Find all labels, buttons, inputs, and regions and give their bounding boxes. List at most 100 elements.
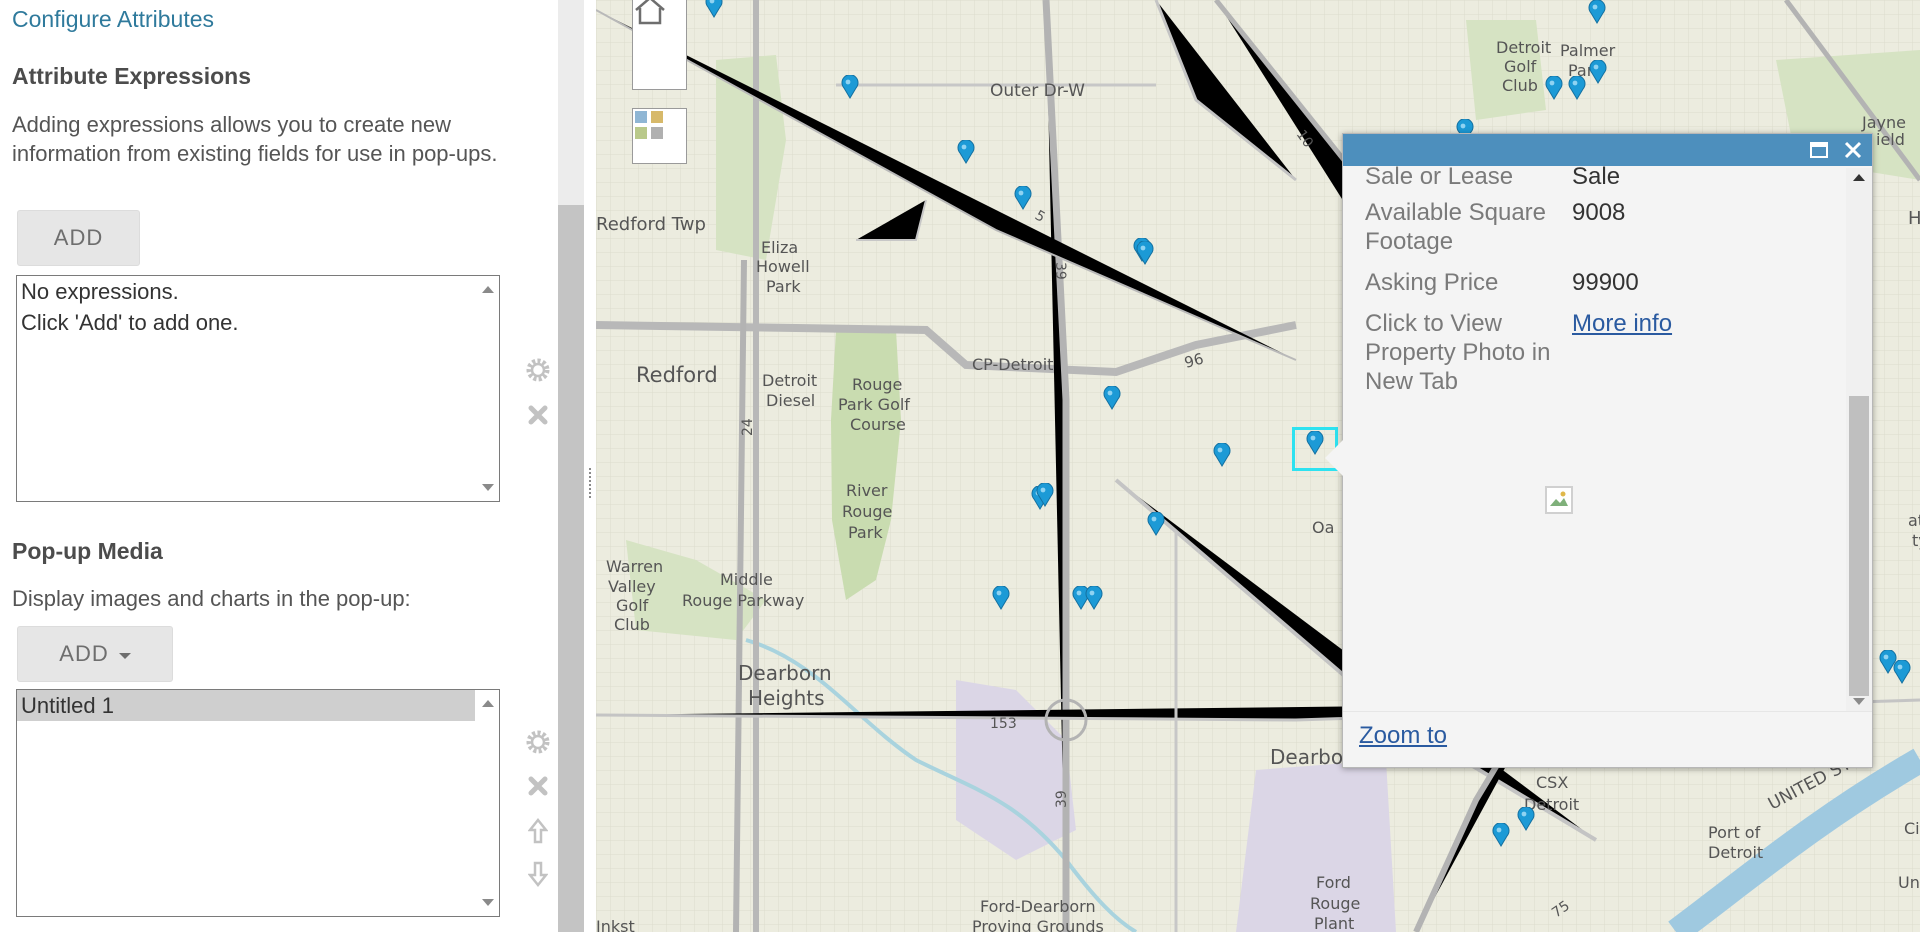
map-label-field: ield bbox=[1876, 130, 1905, 149]
map-marker-pin-icon[interactable] bbox=[841, 75, 859, 99]
popup-pointer bbox=[1325, 440, 1343, 476]
splitter-grip-icon[interactable] bbox=[589, 468, 591, 498]
map-label-proving-grounds: Proving Grounds bbox=[972, 917, 1104, 932]
map-label-rouge-parkway: Rouge Parkway bbox=[682, 591, 804, 610]
map-label-diesel: Diesel bbox=[766, 391, 815, 410]
map-label-heights: Heights bbox=[748, 686, 825, 710]
map-marker-pin-icon[interactable] bbox=[1103, 386, 1121, 410]
map-label-redford-twp: Redford Twp bbox=[596, 214, 706, 235]
move-down-arrow-icon[interactable] bbox=[524, 860, 552, 888]
map-label-park: Park bbox=[766, 277, 801, 296]
configure-attributes-link[interactable]: Configure Attributes bbox=[12, 6, 214, 33]
map-marker-pin-icon[interactable] bbox=[1492, 823, 1510, 847]
map-label-golf: Golf bbox=[616, 596, 649, 615]
expressions-list[interactable]: No expressions. Click 'Add' to add one. bbox=[16, 275, 500, 502]
media-settings-gear-icon[interactable] bbox=[524, 728, 552, 756]
map-label-ate: ate bbox=[1908, 511, 1920, 530]
highway-153-label: 153 bbox=[990, 716, 1017, 732]
map-label-oak: Oa bbox=[1312, 518, 1334, 537]
maximize-icon[interactable] bbox=[1806, 137, 1832, 163]
map-label-cp-detroit: CP-Detroit bbox=[972, 355, 1053, 374]
map-marker-pin-icon[interactable] bbox=[1589, 60, 1607, 84]
map-label-redford: Redford bbox=[636, 363, 718, 387]
map-marker-pin-icon[interactable] bbox=[1517, 807, 1535, 831]
media-list-item[interactable]: Untitled 1 bbox=[17, 690, 475, 721]
map-label-club: Club bbox=[614, 615, 650, 634]
map-label-detroit-3: Detroit bbox=[1708, 843, 1763, 862]
map-label-h: H bbox=[1908, 208, 1920, 229]
map-label-rouge-2: Rouge bbox=[842, 502, 892, 521]
map-marker-pin-icon[interactable] bbox=[992, 586, 1010, 610]
map-label-inkster: Inkst bbox=[596, 917, 635, 932]
scroll-down-arrow-icon[interactable] bbox=[1853, 698, 1865, 705]
close-icon[interactable] bbox=[1840, 137, 1866, 163]
map-label-eliza: Eliza bbox=[761, 238, 798, 257]
scroll-up-arrow-icon[interactable] bbox=[482, 700, 494, 707]
map-label-park-2: Park bbox=[848, 523, 883, 542]
map-marker-pin-icon[interactable] bbox=[1147, 512, 1165, 536]
expressions-list-scrollbar[interactable] bbox=[475, 276, 499, 501]
popup-media-description: Display images and charts in the pop-up: bbox=[12, 586, 411, 611]
popup-field-name: Asking Price bbox=[1365, 269, 1499, 296]
popup-field-value: 9008 bbox=[1572, 199, 1626, 226]
expression-delete-icon[interactable] bbox=[524, 401, 552, 429]
feature-popup: Sale or Lease Sale Available Square Foot… bbox=[1325, 133, 1873, 768]
map-label-rouge-3: Rouge bbox=[1310, 894, 1360, 913]
scroll-up-arrow-icon[interactable] bbox=[1853, 174, 1865, 181]
popup-config-panel: Configure Attributes Attribute Expressio… bbox=[0, 0, 558, 932]
map-label-golf-2: Golf bbox=[1504, 57, 1537, 76]
popup-scrollbar-thumb[interactable] bbox=[1849, 396, 1869, 696]
popup-header bbox=[1343, 134, 1872, 166]
map-label-dearborn-city: Dearbo bbox=[1270, 745, 1343, 769]
scroll-down-arrow-icon[interactable] bbox=[482, 899, 494, 906]
popup-field-value: 99900 bbox=[1572, 269, 1639, 296]
zoom-to-link[interactable]: Zoom to bbox=[1359, 722, 1447, 750]
add-media-dropdown-button[interactable]: ADD bbox=[17, 626, 173, 682]
map-nav-control bbox=[632, 0, 687, 90]
media-delete-icon[interactable] bbox=[524, 772, 552, 800]
media-list-scrollbar[interactable] bbox=[475, 690, 499, 916]
map-marker-pin-icon[interactable] bbox=[1036, 483, 1054, 507]
popup-field-name: Click to View Property Photo in New Tab bbox=[1365, 310, 1551, 395]
popup-field-name: Sale or Lease bbox=[1365, 166, 1514, 190]
more-info-link[interactable]: More info bbox=[1572, 309, 1672, 338]
map-marker-pin-icon[interactable] bbox=[1568, 76, 1586, 100]
add-expression-button[interactable]: ADD bbox=[17, 210, 140, 266]
map-label-course: Course bbox=[850, 415, 906, 434]
scroll-up-arrow-icon[interactable] bbox=[482, 286, 494, 293]
panel-splitter[interactable] bbox=[584, 0, 596, 932]
map-marker-pin-icon[interactable] bbox=[957, 140, 975, 164]
map-label-ci: Ci bbox=[1904, 819, 1920, 838]
expression-settings-gear-icon[interactable] bbox=[524, 356, 552, 384]
attribute-expressions-title: Attribute Expressions bbox=[12, 63, 251, 89]
popup-footer: Zoom to bbox=[1343, 711, 1872, 767]
map-label-rouge: Rouge bbox=[852, 375, 902, 394]
map-marker-pin-icon[interactable] bbox=[1213, 443, 1231, 467]
map-label-detroit: Detroit bbox=[762, 371, 817, 390]
move-up-arrow-icon[interactable] bbox=[524, 817, 552, 845]
map-label-palmer: Palmer bbox=[1560, 41, 1616, 60]
map-label-csx: CSX bbox=[1536, 773, 1568, 792]
popup-row-square-footage: Available Square Footage 9008 bbox=[1365, 198, 1835, 256]
popup-content: Sale or Lease Sale Available Square Foot… bbox=[1343, 166, 1844, 695]
attribute-expressions-description: Adding expressions allows you to create … bbox=[12, 112, 498, 166]
map-label-outer-dr: Outer Dr-W bbox=[990, 81, 1085, 101]
popup-field-value: Sale bbox=[1572, 166, 1621, 190]
map-marker-pin-icon[interactable] bbox=[1014, 186, 1032, 210]
basemap-gallery-button[interactable] bbox=[632, 108, 687, 164]
map-marker-pin-icon[interactable] bbox=[705, 0, 723, 18]
map-label-dearborn: Dearborn bbox=[738, 661, 832, 685]
map-label-river: River bbox=[846, 481, 888, 500]
map-label-port-of: Port of bbox=[1708, 823, 1761, 842]
map-marker-pin-icon[interactable] bbox=[1893, 660, 1911, 684]
map-marker-pin-icon[interactable] bbox=[1085, 586, 1103, 610]
expressions-empty-line-2: Click 'Add' to add one. bbox=[21, 310, 239, 335]
map-marker-pin-icon[interactable] bbox=[1545, 76, 1563, 100]
panel-scrollbar-thumb[interactable] bbox=[558, 205, 584, 932]
scroll-down-arrow-icon[interactable] bbox=[482, 484, 494, 491]
map-marker-pin-icon[interactable] bbox=[1136, 241, 1154, 265]
map-label-park-golf: Park Golf bbox=[838, 395, 910, 414]
broken-image-icon[interactable] bbox=[1545, 486, 1573, 514]
map-marker-pin-icon[interactable] bbox=[1588, 0, 1606, 24]
media-list[interactable]: Untitled 1 bbox=[16, 689, 500, 917]
